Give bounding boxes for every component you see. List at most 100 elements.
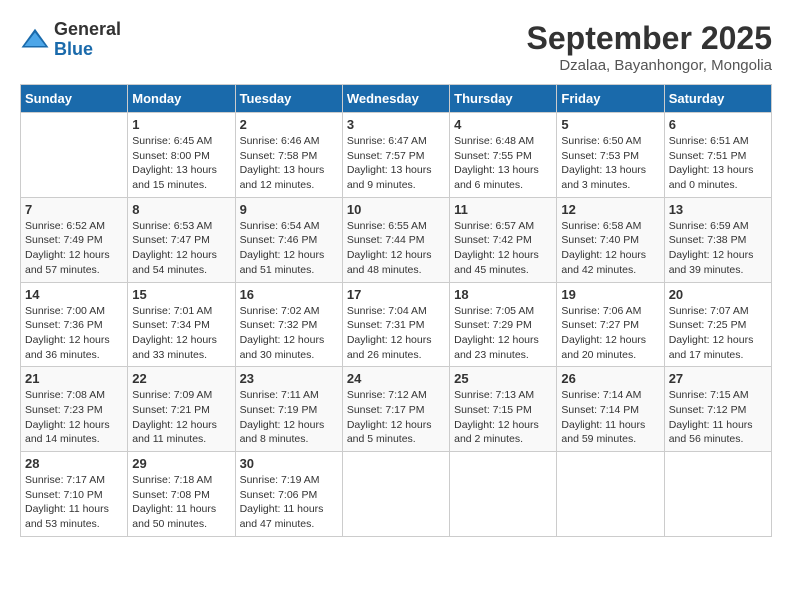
day-info: Sunrise: 6:57 AM Sunset: 7:42 PM Dayligh… — [454, 219, 552, 278]
day-number: 1 — [132, 117, 230, 132]
day-cell: 11 Sunrise: 6:57 AM Sunset: 7:42 PM Dayli… — [450, 197, 557, 282]
day-info: Sunrise: 7:08 AM Sunset: 7:23 PM Dayligh… — [25, 388, 123, 447]
day-number: 16 — [240, 287, 338, 302]
day-number: 11 — [454, 202, 552, 217]
day-info: Sunrise: 7:13 AM Sunset: 7:15 PM Dayligh… — [454, 388, 552, 447]
day-cell: 16 Sunrise: 7:02 AM Sunset: 7:32 PM Dayli… — [235, 282, 342, 367]
header-friday: Friday — [557, 85, 664, 113]
logo-text: General Blue — [54, 20, 121, 60]
day-info: Sunrise: 7:07 AM Sunset: 7:25 PM Dayligh… — [669, 304, 767, 363]
day-cell: 12 Sunrise: 6:58 AM Sunset: 7:40 PM Dayli… — [557, 197, 664, 282]
logo-general: General — [54, 20, 121, 40]
day-cell: 30 Sunrise: 7:19 AM Sunset: 7:06 PM Dayli… — [235, 452, 342, 537]
day-info: Sunrise: 7:05 AM Sunset: 7:29 PM Dayligh… — [454, 304, 552, 363]
day-number: 19 — [561, 287, 659, 302]
day-cell — [450, 452, 557, 537]
day-cell: 22Sunrise: 7:09 AM Sunset: 7:21 PM Dayli… — [128, 367, 235, 452]
day-info: Sunrise: 7:01 AM Sunset: 7:34 PM Dayligh… — [132, 304, 230, 363]
day-number: 9 — [240, 202, 338, 217]
week-row-2: 7 Sunrise: 6:52 AM Sunset: 7:49 PM Daylig… — [21, 197, 772, 282]
day-cell: 24 Sunrise: 7:12 AM Sunset: 7:17 PM Dayli… — [342, 367, 449, 452]
day-info: Sunrise: 7:14 AM Sunset: 7:14 PM Dayligh… — [561, 388, 659, 447]
week-row-5: 28 Sunrise: 7:17 AM Sunset: 7:10 PM Dayli… — [21, 452, 772, 537]
day-cell: 9 Sunrise: 6:54 AM Sunset: 7:46 PM Daylig… — [235, 197, 342, 282]
day-cell: 20 Sunrise: 7:07 AM Sunset: 7:25 PM Dayli… — [664, 282, 771, 367]
day-cell: 1 Sunrise: 6:45 AM Sunset: 8:00 PM Daylig… — [128, 113, 235, 198]
day-info: Sunrise: 6:45 AM Sunset: 8:00 PM Dayligh… — [132, 134, 230, 193]
day-info: Sunrise: 7:12 AM Sunset: 7:17 PM Dayligh… — [347, 388, 445, 447]
day-number: 18 — [454, 287, 552, 302]
day-number: 6 — [669, 117, 767, 132]
day-info: Sunrise: 6:48 AM Sunset: 7:55 PM Dayligh… — [454, 134, 552, 193]
day-cell: 18 Sunrise: 7:05 AM Sunset: 7:29 PM Dayli… — [450, 282, 557, 367]
day-info: Sunrise: 6:58 AM Sunset: 7:40 PM Dayligh… — [561, 219, 659, 278]
day-number: 25 — [454, 371, 552, 386]
header-sunday: Sunday — [21, 85, 128, 113]
header-saturday: Saturday — [664, 85, 771, 113]
title-block: September 2025 Dzalaa, Bayanhongor, Mong… — [527, 20, 772, 74]
day-info: Sunrise: 6:52 AM Sunset: 7:49 PM Dayligh… — [25, 219, 123, 278]
day-number: 28 — [25, 456, 123, 471]
day-cell: 7 Sunrise: 6:52 AM Sunset: 7:49 PM Daylig… — [21, 197, 128, 282]
day-cell: 21Sunrise: 7:08 AM Sunset: 7:23 PM Dayli… — [21, 367, 128, 452]
day-number: 24 — [347, 371, 445, 386]
day-cell: 15 Sunrise: 7:01 AM Sunset: 7:34 PM Dayli… — [128, 282, 235, 367]
day-cell: 3Sunrise: 6:47 AM Sunset: 7:57 PM Daylig… — [342, 113, 449, 198]
day-info: Sunrise: 6:54 AM Sunset: 7:46 PM Dayligh… — [240, 219, 338, 278]
day-number: 27 — [669, 371, 767, 386]
day-number: 26 — [561, 371, 659, 386]
day-cell: 6 Sunrise: 6:51 AM Sunset: 7:51 PM Daylig… — [664, 113, 771, 198]
day-info: Sunrise: 6:53 AM Sunset: 7:47 PM Dayligh… — [132, 219, 230, 278]
day-info: Sunrise: 6:50 AM Sunset: 7:53 PM Dayligh… — [561, 134, 659, 193]
day-cell: 19 Sunrise: 7:06 AM Sunset: 7:27 PM Dayli… — [557, 282, 664, 367]
week-row-4: 21Sunrise: 7:08 AM Sunset: 7:23 PM Dayli… — [21, 367, 772, 452]
day-info: Sunrise: 7:02 AM Sunset: 7:32 PM Dayligh… — [240, 304, 338, 363]
day-number: 17 — [347, 287, 445, 302]
location: Dzalaa, Bayanhongor, Mongolia — [527, 57, 772, 74]
day-number: 20 — [669, 287, 767, 302]
day-number: 15 — [132, 287, 230, 302]
day-cell: 14Sunrise: 7:00 AM Sunset: 7:36 PM Dayli… — [21, 282, 128, 367]
day-cell: 10Sunrise: 6:55 AM Sunset: 7:44 PM Dayli… — [342, 197, 449, 282]
day-number: 29 — [132, 456, 230, 471]
header-thursday: Thursday — [450, 85, 557, 113]
day-info: Sunrise: 7:17 AM Sunset: 7:10 PM Dayligh… — [25, 473, 123, 532]
day-cell: 2 Sunrise: 6:46 AM Sunset: 7:58 PM Daylig… — [235, 113, 342, 198]
week-row-1: 1 Sunrise: 6:45 AM Sunset: 8:00 PM Daylig… — [21, 113, 772, 198]
header-wednesday: Wednesday — [342, 85, 449, 113]
day-number: 7 — [25, 202, 123, 217]
day-number: 5 — [561, 117, 659, 132]
day-info: Sunrise: 7:04 AM Sunset: 7:31 PM Dayligh… — [347, 304, 445, 363]
day-info: Sunrise: 6:59 AM Sunset: 7:38 PM Dayligh… — [669, 219, 767, 278]
week-row-3: 14Sunrise: 7:00 AM Sunset: 7:36 PM Dayli… — [21, 282, 772, 367]
day-cell — [342, 452, 449, 537]
day-number: 2 — [240, 117, 338, 132]
day-info: Sunrise: 7:19 AM Sunset: 7:06 PM Dayligh… — [240, 473, 338, 532]
day-info: Sunrise: 7:15 AM Sunset: 7:12 PM Dayligh… — [669, 388, 767, 447]
day-info: Sunrise: 7:09 AM Sunset: 7:21 PM Dayligh… — [132, 388, 230, 447]
day-info: Sunrise: 6:51 AM Sunset: 7:51 PM Dayligh… — [669, 134, 767, 193]
month-title: September 2025 — [527, 20, 772, 57]
day-cell: 4 Sunrise: 6:48 AM Sunset: 7:55 PM Daylig… — [450, 113, 557, 198]
day-cell: 28 Sunrise: 7:17 AM Sunset: 7:10 PM Dayli… — [21, 452, 128, 537]
day-number: 8 — [132, 202, 230, 217]
day-cell — [557, 452, 664, 537]
day-cell: 17 Sunrise: 7:04 AM Sunset: 7:31 PM Dayli… — [342, 282, 449, 367]
day-cell: 25 Sunrise: 7:13 AM Sunset: 7:15 PM Dayli… — [450, 367, 557, 452]
day-cell: 5 Sunrise: 6:50 AM Sunset: 7:53 PM Daylig… — [557, 113, 664, 198]
day-number: 12 — [561, 202, 659, 217]
header-row: SundayMondayTuesdayWednesdayThursdayFrid… — [21, 85, 772, 113]
page-header: General Blue September 2025 Dzalaa, Baya… — [20, 20, 772, 74]
day-info: Sunrise: 6:46 AM Sunset: 7:58 PM Dayligh… — [240, 134, 338, 193]
day-number: 14 — [25, 287, 123, 302]
day-number: 4 — [454, 117, 552, 132]
day-cell: 23Sunrise: 7:11 AM Sunset: 7:19 PM Dayli… — [235, 367, 342, 452]
header-monday: Monday — [128, 85, 235, 113]
header-tuesday: Tuesday — [235, 85, 342, 113]
day-number: 30 — [240, 456, 338, 471]
logo-blue: Blue — [54, 40, 121, 60]
day-info: Sunrise: 7:06 AM Sunset: 7:27 PM Dayligh… — [561, 304, 659, 363]
day-cell: 8 Sunrise: 6:53 AM Sunset: 7:47 PM Daylig… — [128, 197, 235, 282]
day-cell: 29 Sunrise: 7:18 AM Sunset: 7:08 PM Dayli… — [128, 452, 235, 537]
day-info: Sunrise: 7:18 AM Sunset: 7:08 PM Dayligh… — [132, 473, 230, 532]
